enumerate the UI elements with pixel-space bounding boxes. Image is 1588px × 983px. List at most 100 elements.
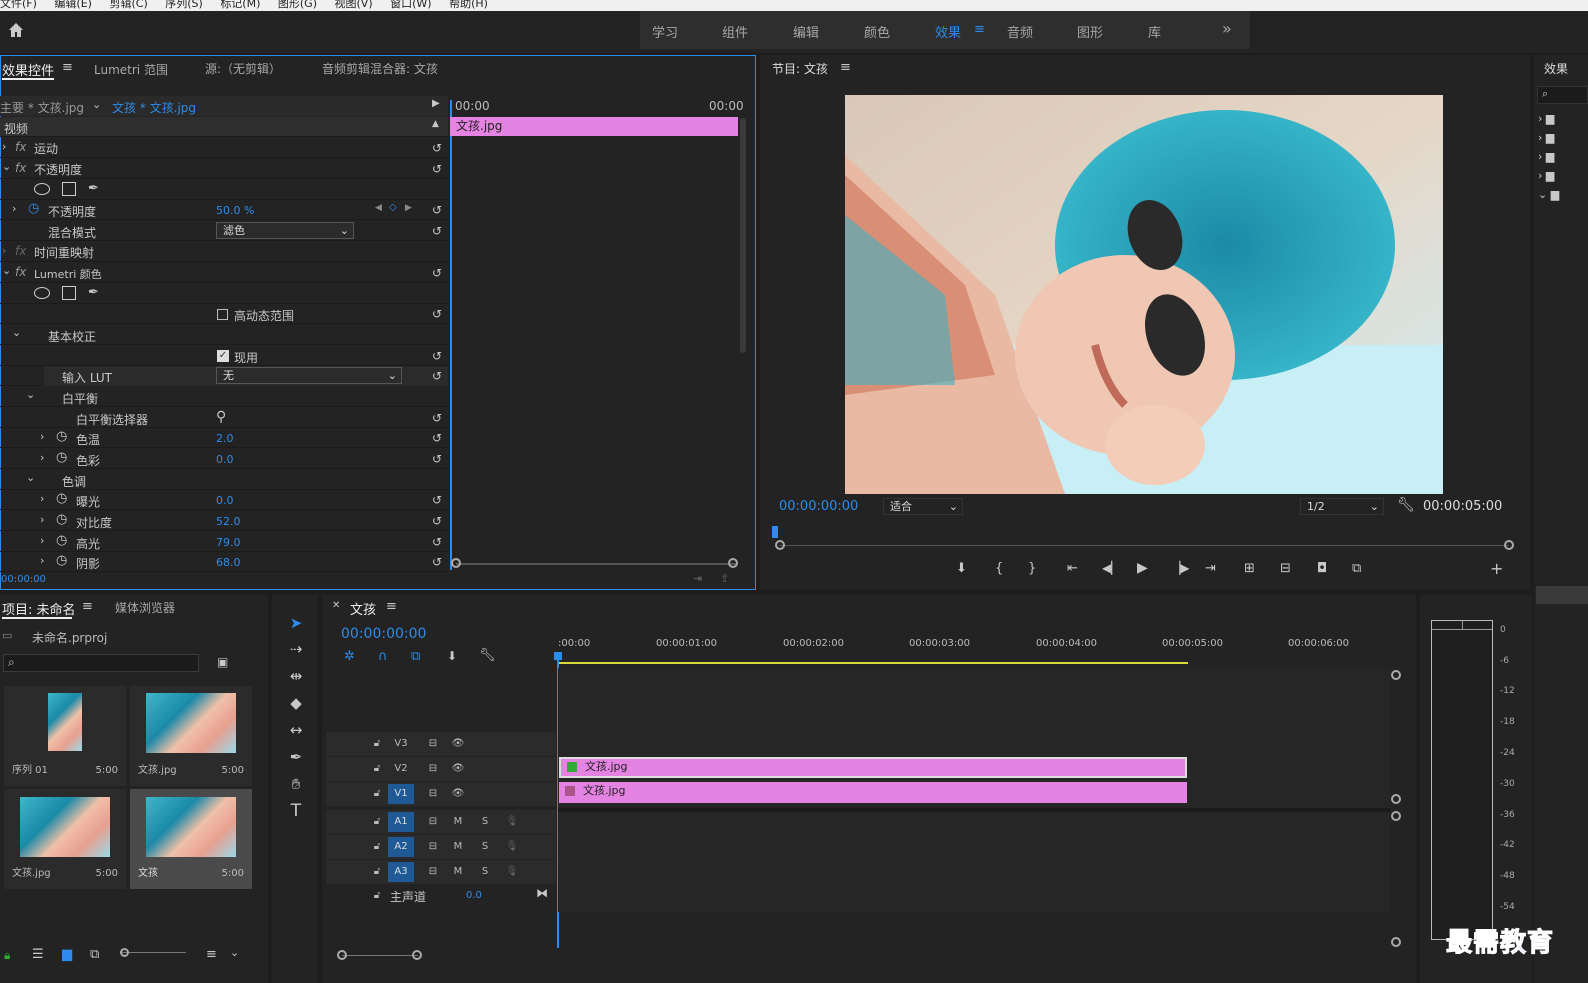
- reset-icon[interactable]: ↺: [432, 452, 442, 466]
- menu-file[interactable]: 文件(F): [0, 0, 37, 9]
- track-select-tool-icon[interactable]: ⇢: [284, 637, 308, 661]
- lock-icon[interactable]: 🔓︎: [366, 734, 388, 754]
- fx-icon[interactable]: fx: [15, 265, 26, 279]
- panel-menu-icon[interactable]: ≡: [62, 60, 73, 75]
- ws-menu-icon[interactable]: ≡: [974, 22, 985, 37]
- chevron-down-icon[interactable]: ⌄: [230, 946, 239, 959]
- mini-scrollbar[interactable]: [740, 118, 746, 353]
- lumetri-row[interactable]: ⌄ fx Lumetri 颜色 ↺: [0, 263, 448, 283]
- clip-v1[interactable]: 文孩.jpg: [559, 782, 1187, 803]
- chevron-right-icon[interactable]: ▶: [432, 98, 440, 109]
- program-video-frame[interactable]: [845, 95, 1443, 494]
- effects-panel-title[interactable]: 效果: [1544, 60, 1568, 77]
- effect-footer-timecode[interactable]: 00:00:00: [1, 574, 46, 585]
- collapse-arrow-icon[interactable]: ⌄: [26, 471, 35, 484]
- master-track-value[interactable]: 0.0: [466, 890, 482, 901]
- clip-v2[interactable]: 文孩.jpg: [559, 757, 1187, 778]
- zoom-scroll-right[interactable]: [412, 950, 422, 960]
- lock-icon[interactable]: 🔓︎: [366, 862, 388, 882]
- stopwatch-icon[interactable]: ◷: [28, 201, 39, 216]
- tab-lumetri-scopes[interactable]: Lumetri 范围: [94, 61, 168, 78]
- eye-icon[interactable]: 👁︎: [447, 759, 469, 779]
- shadows-row[interactable]: › ◷ 阴影 68.0 ↺: [0, 552, 448, 572]
- white-balance-row[interactable]: ⌄ 白平衡: [0, 387, 448, 407]
- add-button-icon[interactable]: +: [1490, 559, 1503, 578]
- expand-arrow-icon[interactable]: ›: [40, 534, 44, 547]
- ws-tab-learn[interactable]: 学习: [652, 22, 678, 41]
- scroll-handle-right[interactable]: [728, 558, 738, 568]
- lock-icon[interactable]: 🔓︎: [366, 812, 388, 832]
- reset-icon[interactable]: ↺: [432, 411, 442, 425]
- ws-tab-graphics[interactable]: 图形: [1077, 22, 1103, 41]
- ellipse-mask-icon[interactable]: [34, 183, 50, 195]
- folder-item[interactable]: › ▆: [1538, 112, 1588, 131]
- effects-search-input[interactable]: ⌕: [1537, 86, 1588, 104]
- expand-arrow-icon[interactable]: ›: [12, 202, 16, 215]
- mark-out-icon[interactable]: }: [1028, 561, 1036, 576]
- fx-icon[interactable]: fx: [15, 140, 26, 154]
- tint-value[interactable]: 0.0: [216, 453, 234, 466]
- temperature-value[interactable]: 2.0: [216, 432, 234, 445]
- tab-audio-clip-mixer[interactable]: 音频剪辑混合器: 文孩: [322, 60, 438, 77]
- tab-effect-controls[interactable]: 效果控件: [2, 60, 54, 79]
- reset-icon[interactable]: ↺: [432, 307, 442, 321]
- menu-view[interactable]: 视图(V): [335, 0, 373, 9]
- pen-mask-icon[interactable]: ✒: [88, 181, 99, 196]
- sync-lock-icon[interactable]: ⊟: [422, 837, 444, 857]
- lock-icon[interactable]: 🔓︎: [366, 837, 388, 857]
- rectangle-mask-icon[interactable]: [62, 182, 76, 196]
- solo-button[interactable]: S: [474, 812, 496, 832]
- shadows-value[interactable]: 68.0: [216, 556, 241, 569]
- tab-source[interactable]: 源:（无剪辑）: [205, 60, 281, 77]
- time-remap-row[interactable]: › fx 时间重映射: [0, 242, 448, 262]
- timeline-tab[interactable]: 文孩: [350, 599, 376, 618]
- icon-view-icon[interactable]: ▆: [62, 947, 72, 962]
- export-frame-icon[interactable]: ⇥: [693, 572, 702, 585]
- go-to-out-icon[interactable]: ⇥: [1205, 561, 1216, 576]
- step-back-icon[interactable]: ◀▏: [1102, 561, 1120, 575]
- input-lut-select[interactable]: 无 ⌄: [216, 367, 402, 384]
- reset-icon[interactable]: ↺: [432, 369, 442, 383]
- solo-button[interactable]: S: [474, 862, 496, 882]
- reset-icon[interactable]: ↺: [432, 493, 442, 507]
- stopwatch-icon[interactable]: ◷: [56, 533, 67, 548]
- menu-edit[interactable]: 编辑(E): [54, 0, 92, 9]
- basic-correction-row[interactable]: ⌄ 基本校正: [0, 325, 448, 345]
- add-keyframe-icon[interactable]: ◇: [389, 202, 397, 213]
- comparison-view-icon[interactable]: ⧉: [1352, 561, 1361, 576]
- overflow-icon[interactable]: »: [1222, 19, 1232, 38]
- zoom-slider-handle[interactable]: [120, 948, 129, 957]
- stopwatch-icon[interactable]: ◷: [56, 429, 67, 444]
- effects-scroll-thumb[interactable]: [1536, 586, 1588, 604]
- timeline-timecode[interactable]: 00:00:00:00: [341, 626, 426, 642]
- collapse-icon[interactable]: ▲: [432, 119, 439, 129]
- mini-playhead[interactable]: [450, 100, 452, 570]
- share-icon[interactable]: ⇪: [720, 572, 729, 585]
- track-target-a1[interactable]: A1: [388, 812, 414, 832]
- zoom-scroll-left[interactable]: [337, 950, 347, 960]
- exposure-row[interactable]: › ◷ 曝光 0.0 ↺: [0, 490, 448, 510]
- hand-tool-icon[interactable]: ✋︎: [284, 772, 308, 796]
- selection-tool-icon[interactable]: ➤: [284, 611, 308, 635]
- eyedropper-icon[interactable]: ⚲: [216, 409, 226, 425]
- program-title[interactable]: 节目: 文孩: [772, 60, 828, 77]
- reset-icon[interactable]: ↺: [432, 266, 442, 280]
- expand-arrow-icon[interactable]: ›: [2, 140, 6, 153]
- expand-arrow-icon[interactable]: ›: [40, 554, 44, 567]
- menu-graphics[interactable]: 图形(G): [278, 0, 317, 9]
- list-view-icon[interactable]: ☰: [32, 947, 44, 962]
- menu-window[interactable]: 窗口(W): [390, 0, 431, 9]
- step-forward-icon[interactable]: ▕▶: [1171, 561, 1189, 575]
- pen-tool-icon[interactable]: ✒: [284, 745, 308, 769]
- track-target-a3[interactable]: A3: [388, 862, 414, 882]
- program-playhead[interactable]: [772, 526, 778, 538]
- contrast-value[interactable]: 52.0: [216, 515, 241, 528]
- contrast-row[interactable]: › ◷ 对比度 52.0 ↺: [0, 511, 448, 531]
- v-scroll-top-handle[interactable]: [1391, 670, 1401, 680]
- sync-lock-icon[interactable]: ⊟: [422, 862, 444, 882]
- sync-lock-icon[interactable]: ⊟: [422, 734, 444, 754]
- add-marker-icon[interactable]: ⬇: [956, 561, 967, 576]
- panel-menu-icon[interactable]: ≡: [840, 60, 851, 75]
- reset-icon[interactable]: ↺: [432, 431, 442, 445]
- scrub-handle-right[interactable]: [1504, 540, 1514, 550]
